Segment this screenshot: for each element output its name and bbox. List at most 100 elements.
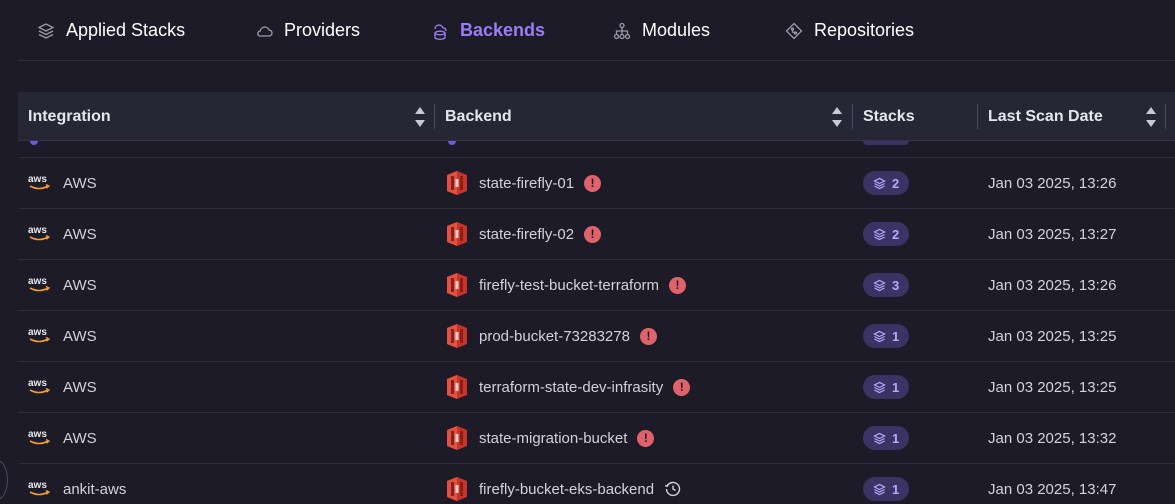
integration-name: AWS	[63, 327, 97, 345]
backend-name[interactable]: terraform-state-dev-infrasity	[479, 379, 663, 396]
integration-name: AWS	[63, 429, 97, 447]
s3-bucket-icon	[445, 170, 469, 196]
alert-icon[interactable]: !	[673, 378, 691, 396]
stacks-count: 1	[892, 430, 900, 446]
table-row[interactable]: aws AWS state-firefly-01 ! 2 Jan 03 2025…	[18, 158, 1175, 209]
backend-name[interactable]: state-migration-bucket	[479, 430, 627, 447]
tab-label: Modules	[642, 20, 711, 40]
alert-icon[interactable]: !	[637, 429, 655, 447]
aws-logo-icon: aws	[28, 428, 51, 448]
tab-modules[interactable]: Modules	[612, 0, 710, 61]
column-header-integration[interactable]: Integration	[18, 92, 435, 141]
backend-name[interactable]: state-firefly-01	[479, 175, 574, 192]
backend-name[interactable]: prod-bucket-73283278	[479, 328, 630, 345]
stacks-count: 2	[892, 226, 900, 242]
backend-cell: firefly-test-bucket-terraform !	[445, 260, 687, 310]
last-scan-date: Jan 03 2025, 13:32	[988, 429, 1117, 447]
database-cloud-icon	[430, 21, 450, 41]
stack-layers-icon	[873, 483, 886, 495]
table-header: Integration Backend Stacks Last Scan Dat…	[18, 92, 1175, 141]
stacks-badge[interactable]	[863, 141, 909, 145]
backend-name[interactable]: state-firefly-02	[479, 226, 574, 243]
column-title: Stacks	[863, 107, 915, 125]
stacks-count: 1	[892, 481, 900, 497]
tab-backends[interactable]: Backends	[430, 0, 545, 61]
stacks-cell: 1	[863, 464, 910, 504]
backend-name[interactable]: firefly-test-bucket-terraform	[479, 277, 659, 294]
stacks-count: 2	[892, 175, 900, 191]
svg-text:aws: aws	[28, 225, 47, 236]
stack-layers-icon	[873, 228, 886, 240]
stacks-badge[interactable]: 1	[863, 477, 910, 501]
integration-name: AWS	[63, 378, 97, 396]
integration-name: ankit-aws	[63, 480, 127, 498]
tab-repositories[interactable]: Repositories	[784, 0, 914, 61]
backend-cell: prod-bucket-73283278 !	[445, 311, 657, 361]
last-scan-date: Jan 03 2025, 13:25	[988, 378, 1117, 396]
svg-text:aws: aws	[28, 327, 47, 338]
aws-logo-icon: aws	[28, 377, 51, 397]
aws-logo-icon	[30, 141, 38, 145]
stack-layers-icon	[873, 177, 886, 189]
svg-text:aws: aws	[28, 276, 47, 287]
stacks-badge[interactable]: 1	[863, 375, 910, 399]
stacks-badge[interactable]: 2	[863, 222, 910, 246]
integration-cell: aws AWS	[28, 260, 97, 310]
sort-arrows-icon[interactable]	[832, 107, 842, 127]
backend-cell: terraform-state-dev-infrasity !	[445, 362, 691, 412]
svg-text:aws: aws	[28, 429, 47, 440]
integration-cell: aws AWS	[28, 311, 97, 361]
integration-name: AWS	[63, 225, 97, 243]
tab-bar: Applied Stacks Providers Backends Module…	[18, 0, 1175, 61]
aws-logo-icon: aws	[28, 224, 51, 244]
table-row[interactable]: aws ankit-aws firefly-bucket-eks-backend	[18, 464, 1175, 504]
stacks-count: 3	[892, 277, 900, 293]
stacks-badge[interactable]: 3	[863, 273, 910, 297]
sort-arrows-icon[interactable]	[415, 107, 425, 127]
stacks-count: 1	[892, 379, 900, 395]
s3-bucket-icon	[445, 425, 469, 451]
stack-layers-icon	[873, 432, 886, 444]
stacks-cell: 1	[863, 362, 910, 412]
integration-cell: aws AWS	[28, 158, 97, 208]
table-row[interactable]: aws AWS firefly-test-bucket-terraform !	[18, 260, 1175, 311]
backend-cell: state-firefly-01 !	[445, 158, 602, 208]
table-row[interactable]: aws AWS terraform-state-dev-infrasity !	[18, 362, 1175, 413]
integration-name: AWS	[63, 174, 97, 192]
last-scan-date: Jan 03 2025, 13:26	[988, 276, 1117, 294]
aws-logo-icon: aws	[28, 326, 51, 346]
backend-cell: firefly-bucket-eks-backend	[445, 464, 682, 504]
column-divider[interactable]	[1165, 104, 1166, 129]
stacks-badge[interactable]: 2	[863, 171, 910, 195]
stacks-badge[interactable]: 1	[863, 324, 910, 348]
integration-cell: aws AWS	[28, 209, 97, 259]
table-row[interactable]: aws AWS prod-bucket-73283278 ! 1 Jan 03 …	[18, 311, 1175, 362]
table-row[interactable]: aws AWS state-migration-bucket ! 1 Jan 0…	[18, 413, 1175, 464]
column-header-last-scan-date[interactable]: Last Scan Date	[978, 92, 1166, 141]
stack-layers-icon	[36, 21, 56, 41]
integration-cell: aws ankit-aws	[28, 464, 126, 504]
alert-icon[interactable]: !	[584, 174, 602, 192]
table-row[interactable]: aws AWS state-firefly-02 ! 2 Jan 03 2025…	[18, 209, 1175, 260]
tab-providers[interactable]: Providers	[254, 0, 360, 61]
alert-icon[interactable]: !	[584, 225, 602, 243]
integration-name: AWS	[63, 276, 97, 294]
sort-arrows-icon[interactable]	[1146, 107, 1156, 127]
tab-label: Providers	[284, 20, 361, 40]
alert-icon[interactable]: !	[669, 276, 687, 294]
stacks-cell: 2	[863, 158, 910, 208]
column-title: Integration	[28, 107, 111, 125]
stacks-count: 1	[892, 328, 900, 344]
column-title: Last Scan Date	[988, 107, 1103, 125]
tab-applied-stacks[interactable]: Applied Stacks	[36, 0, 185, 61]
table-row-partial[interactable]	[18, 141, 1175, 158]
last-scan-date: Jan 03 2025, 13:47	[988, 480, 1117, 498]
integration-cell: aws AWS	[28, 413, 97, 463]
alert-icon[interactable]: !	[639, 327, 657, 345]
side-panel-handle[interactable]	[0, 460, 8, 500]
scan-pending-clock-icon[interactable]	[664, 480, 682, 498]
backend-name[interactable]: firefly-bucket-eks-backend	[479, 481, 654, 498]
s3-bucket-icon	[445, 221, 469, 247]
stacks-badge[interactable]: 1	[863, 426, 910, 450]
column-header-backend[interactable]: Backend	[435, 92, 852, 141]
